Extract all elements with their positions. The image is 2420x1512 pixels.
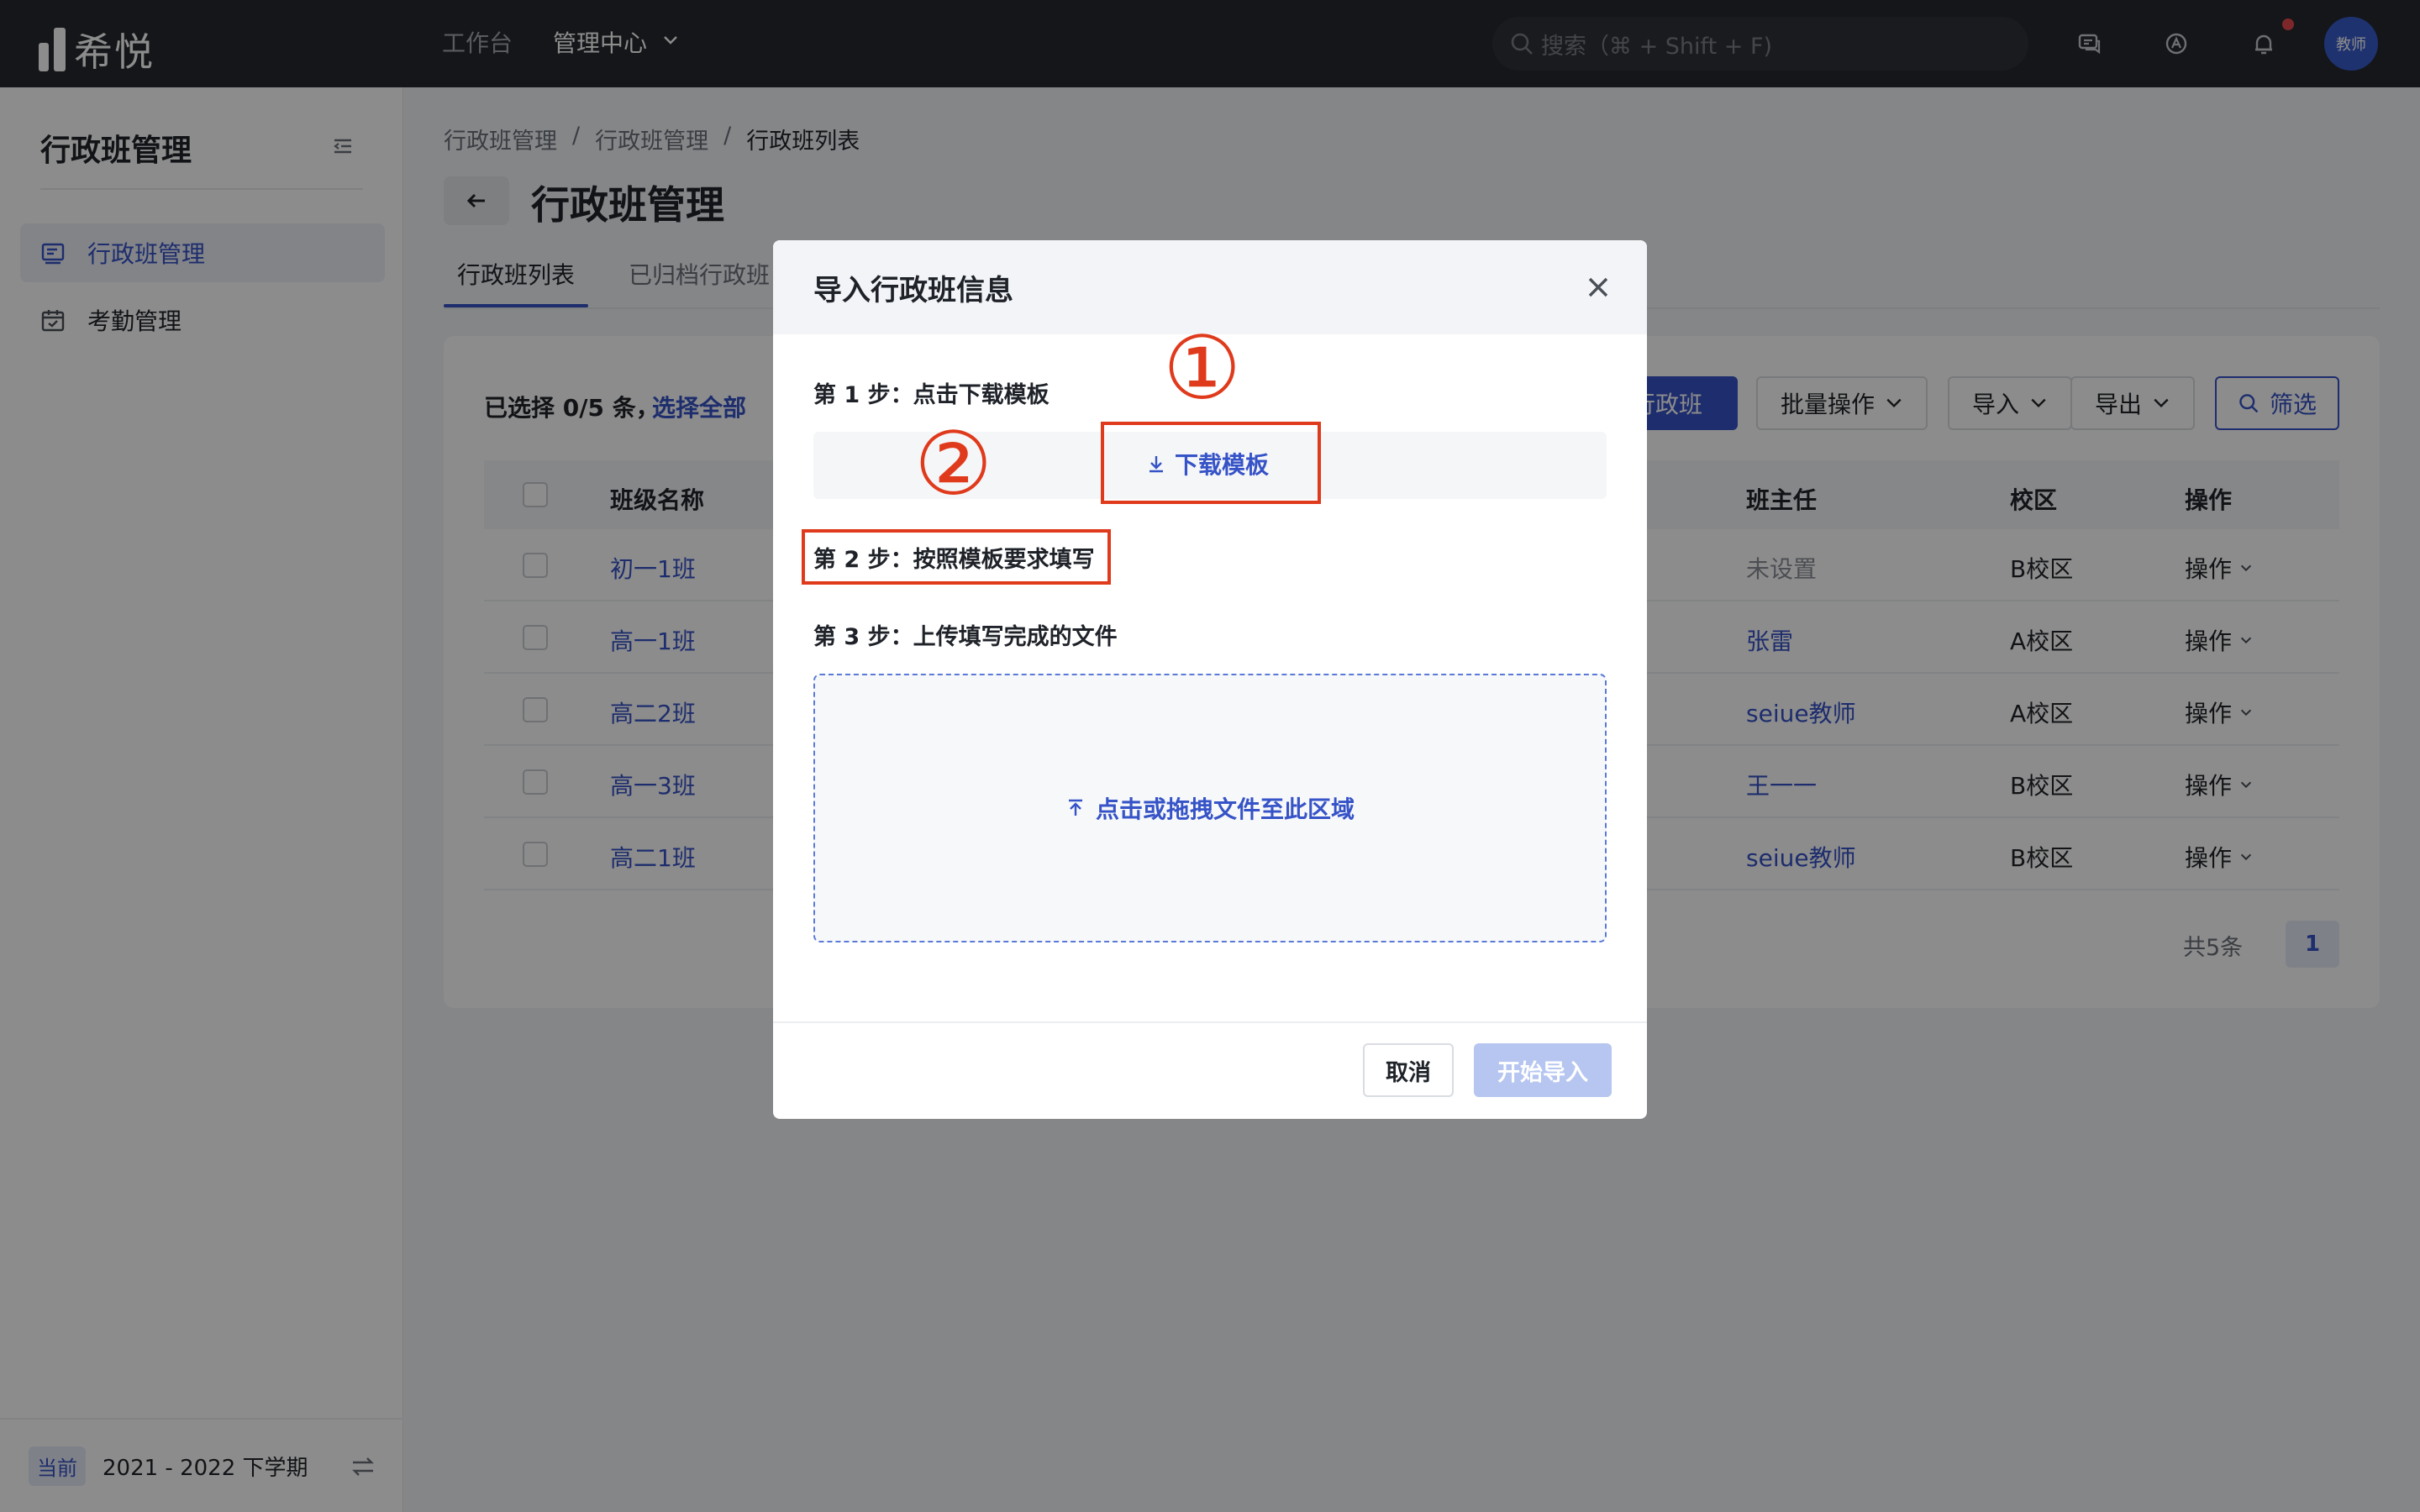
- step-3-label: 第 3 步：上传填写完成的文件: [813, 624, 1118, 650]
- start-import-button[interactable]: 开始导入: [1474, 1043, 1612, 1097]
- modal-title: 导入行政班信息: [813, 273, 1013, 307]
- annotation-marker-1: ①: [1163, 317, 1242, 419]
- close-icon: [1588, 277, 1608, 297]
- upload-hint: 点击或拖拽文件至此区域: [1065, 791, 1355, 825]
- annotation-marker-2: ②: [914, 412, 993, 515]
- annotation-box-step-2: [802, 529, 1111, 585]
- cancel-button[interactable]: 取消: [1363, 1043, 1454, 1097]
- close-button[interactable]: [1580, 269, 1617, 306]
- annotation-box-download: [1101, 422, 1321, 504]
- upload-hint-label: 点击或拖拽文件至此区域: [1095, 795, 1355, 823]
- file-upload-dropzone[interactable]: 点击或拖拽文件至此区域: [813, 674, 1607, 942]
- step-1-label: 第 1 步：点击下载模板: [813, 382, 1050, 408]
- upload-icon: [1068, 799, 1082, 816]
